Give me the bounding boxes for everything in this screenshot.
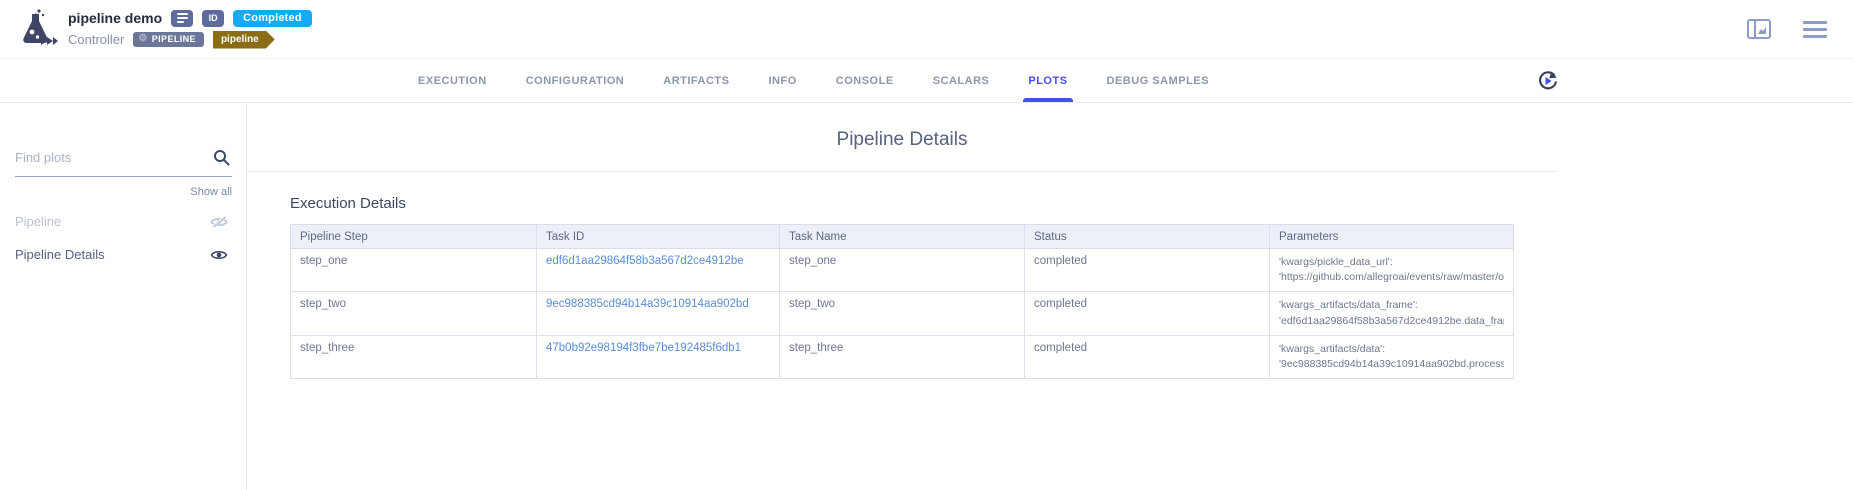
cell-status: completed [1025,292,1270,335]
tab-bar: EXECUTION CONFIGURATION ARTIFACTS INFO C… [0,58,1853,103]
section-title: Execution Details [290,195,1557,212]
cell-parameters: 'kwargs_artifacts/data_frame': 'edf6d1aa… [1270,292,1514,335]
col-task-name: Task Name [780,225,1025,249]
tab-console[interactable]: CONSOLE [836,59,894,102]
col-task-id: Task ID [537,225,780,249]
experiment-title-block: pipeline demo ID Completed Controller ⚙ … [68,10,312,49]
execution-details-table: Pipeline Step Task ID Task Name Status P… [290,224,1514,379]
plot-item-pipeline[interactable]: Pipeline [15,205,232,238]
col-pipeline-step: Pipeline Step [291,225,537,249]
tab-artifacts[interactable]: ARTIFACTS [663,59,729,102]
cell-parameters: 'kwargs_artifacts/data': '9ec988385cd94b… [1270,335,1514,378]
col-status: Status [1025,225,1270,249]
table-row: step_one edf6d1aa29864f58b3a567d2ce4912b… [291,249,1514,292]
task-id-link[interactable]: 9ec988385cd94b14a39c10914aa902bd [546,298,749,310]
plots-panel: Pipeline Details Execution Details Pipel… [247,103,1853,490]
tab-scalars[interactable]: SCALARS [933,59,990,102]
cell-status: completed [1025,335,1270,378]
id-badge[interactable]: ID [202,10,224,27]
status-badge: Completed [233,10,312,27]
task-id-link[interactable]: 47b0b92e98194f3fbe7be192485f6db1 [546,342,741,354]
clearml-logo-icon [12,6,58,52]
table-row: step_three 47b0b92e98194f3fbe7be192485f6… [291,335,1514,378]
eye-off-icon[interactable] [210,215,228,229]
show-all-link[interactable]: Show all [15,186,232,198]
page-title: Pipeline Details [247,129,1557,151]
experiment-title: pipeline demo [68,10,162,26]
tab-info[interactable]: INFO [769,59,797,102]
plot-list: Pipeline Pipeline Details [15,205,232,271]
tab-debug-samples[interactable]: DEBUG SAMPLES [1107,59,1209,102]
description-icon[interactable] [171,10,193,27]
search-icon [213,149,230,166]
cell-task-name: step_one [780,249,1025,292]
cell-step: step_one [291,249,537,292]
cell-step: step_three [291,335,537,378]
refresh-icon[interactable] [1537,70,1559,92]
search-input[interactable] [15,150,205,165]
col-parameters: Parameters [1270,225,1514,249]
task-id-link[interactable]: edf6d1aa29864f58b3a567d2ce4912be [546,255,744,267]
gear-icon: ⚙ [138,34,147,44]
plots-sidebar: Show all Pipeline Pipeline Details [0,103,247,490]
menu-icon[interactable] [1803,21,1827,38]
cell-task-name: step_three [780,335,1025,378]
user-tag-pipeline: pipeline [213,31,275,49]
table-row: step_two 9ec988385cd94b14a39c10914aa902b… [291,292,1514,335]
system-tag-pipeline: ⚙ PIPELINE [133,32,204,47]
controller-label: Controller [68,32,124,47]
cell-step: step_two [291,292,537,335]
top-bar: pipeline demo ID Completed Controller ⚙ … [0,0,1853,58]
pipeline-details-card: Execution Details Pipeline Step Task ID … [247,171,1557,379]
details-panel-icon[interactable] [1747,19,1771,39]
tab-execution[interactable]: EXECUTION [418,59,487,102]
eye-icon[interactable] [210,248,228,262]
cell-parameters: 'kwargs/pickle_data_url': 'https://githu… [1270,249,1514,292]
tab-configuration[interactable]: CONFIGURATION [526,59,625,102]
table-header-row: Pipeline Step Task ID Task Name Status P… [291,225,1514,249]
cell-task-name: step_two [780,292,1025,335]
tab-plots[interactable]: PLOTS [1028,59,1067,102]
cell-status: completed [1025,249,1270,292]
plot-item-pipeline-details[interactable]: Pipeline Details [15,238,232,271]
